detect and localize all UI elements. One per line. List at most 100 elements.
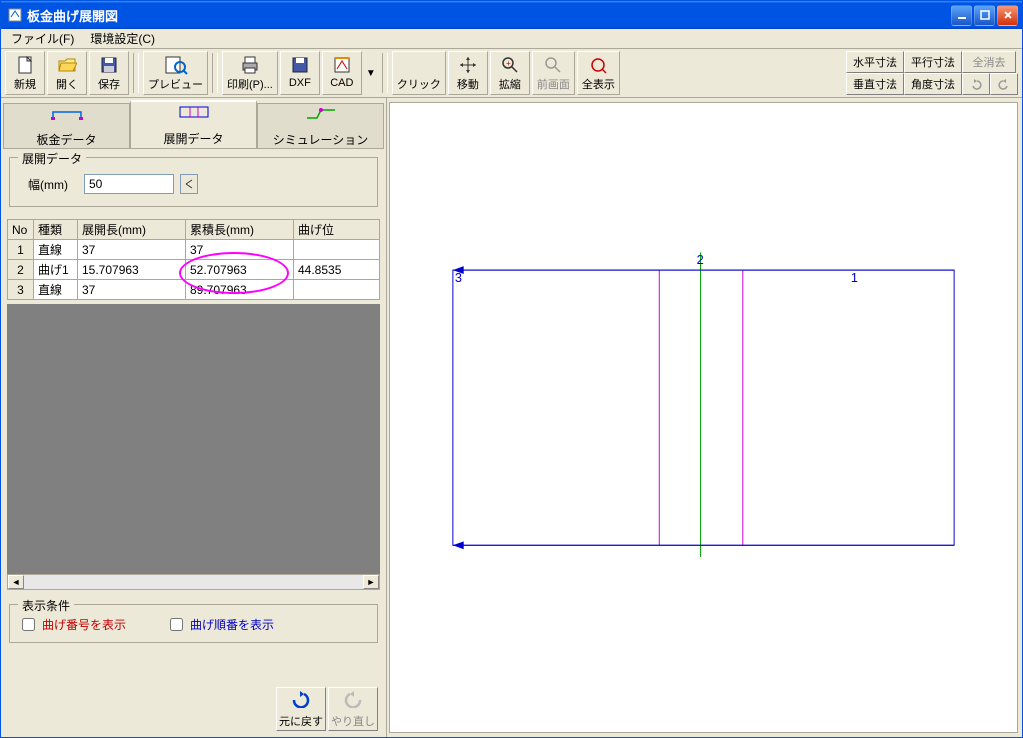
move-icon bbox=[456, 54, 480, 75]
move-button[interactable]: 移動 bbox=[448, 51, 488, 95]
new-button[interactable]: 新規 bbox=[5, 51, 45, 95]
maximize-button[interactable] bbox=[974, 5, 995, 26]
sim-tab-icon bbox=[301, 104, 341, 127]
zoom-button[interactable]: + 拡縮 bbox=[490, 51, 530, 95]
scroll-track[interactable] bbox=[24, 575, 363, 589]
app-icon bbox=[7, 7, 23, 23]
tab-develop-data[interactable]: 展開データ bbox=[130, 100, 257, 148]
cad-label: CAD bbox=[330, 77, 353, 89]
prev-view-icon bbox=[541, 54, 565, 75]
scroll-right-button[interactable]: ► bbox=[363, 575, 379, 589]
dim-angle-button[interactable]: 角度寸法 bbox=[904, 73, 962, 95]
titlebar: 板金曲げ展開図 bbox=[1, 1, 1022, 29]
undo-button[interactable]: 元に戻す bbox=[276, 687, 326, 731]
dim-horizontal-button[interactable]: 水平寸法 bbox=[846, 51, 904, 73]
col-type: 種類 bbox=[34, 220, 78, 240]
data-table: No 種類 展開長(mm) 累積長(mm) 曲げ位 1 直線 37 37 bbox=[7, 219, 380, 300]
open-icon bbox=[55, 54, 79, 75]
print-label: 印刷(P)... bbox=[227, 76, 273, 92]
save-label: 保存 bbox=[98, 76, 120, 92]
table-empty-area bbox=[7, 304, 380, 574]
tab-sheet-data[interactable]: 板金データ bbox=[3, 103, 130, 148]
sheet-tab-icon bbox=[47, 104, 87, 127]
data-table-wrap: No 種類 展開長(mm) 累積長(mm) 曲げ位 1 直線 37 37 bbox=[7, 219, 380, 300]
print-button[interactable]: 印刷(P)... bbox=[222, 51, 278, 95]
drawing-label-1: 1 bbox=[851, 270, 858, 285]
prev-view-label: 前画面 bbox=[537, 76, 570, 92]
menu-env[interactable]: 環境設定(C) bbox=[84, 28, 161, 49]
dim-vertical-button[interactable]: 垂直寸法 bbox=[846, 73, 904, 95]
save-icon bbox=[97, 54, 121, 75]
open-button[interactable]: 開く bbox=[47, 51, 87, 95]
width-step-button[interactable] bbox=[180, 174, 198, 194]
dxf-button[interactable]: DXF bbox=[280, 51, 320, 95]
click-icon bbox=[407, 54, 431, 75]
col-len: 展開長(mm) bbox=[78, 220, 186, 240]
show-bend-order-checkbox[interactable] bbox=[170, 618, 183, 631]
zoom-label: 拡縮 bbox=[499, 76, 521, 92]
display-conditions: 表示条件 曲げ番号を表示 曲げ順番を表示 bbox=[9, 604, 378, 643]
tab-sim-label: シミュレーション bbox=[273, 131, 369, 148]
clear-all-button[interactable]: 全消去 bbox=[962, 51, 1016, 73]
tabs: 板金データ 展開データ シミュレーション bbox=[3, 100, 384, 149]
cad-icon bbox=[330, 54, 354, 76]
toolbar: 新規 開く 保存 プレビュー 印刷(P)... bbox=[1, 49, 1022, 98]
show-bend-number-check[interactable]: 曲げ番号を表示 bbox=[18, 615, 126, 634]
develop-tab-icon bbox=[174, 103, 214, 126]
redo-icon bbox=[342, 690, 364, 713]
redo-label: やり直し bbox=[331, 713, 375, 729]
all-view-label: 全表示 bbox=[582, 76, 615, 92]
save-button[interactable]: 保存 bbox=[89, 51, 129, 95]
dim-parallel-button[interactable]: 平行寸法 bbox=[904, 51, 962, 73]
tab-simulation[interactable]: シミュレーション bbox=[257, 103, 384, 148]
window-title: 板金曲げ展開図 bbox=[27, 6, 951, 25]
preview-button[interactable]: プレビュー bbox=[143, 51, 208, 95]
click-label: クリック bbox=[397, 76, 441, 92]
all-view-button[interactable]: 全表示 bbox=[577, 51, 620, 95]
tab-sheet-label: 板金データ bbox=[36, 131, 96, 148]
prev-view-button[interactable]: 前画面 bbox=[532, 51, 575, 95]
cad-dropdown[interactable]: ▼ bbox=[364, 51, 378, 95]
undo-icon bbox=[290, 690, 312, 713]
develop-group-title: 展開データ bbox=[18, 150, 86, 167]
menubar: ファイル(F) 環境設定(C) bbox=[1, 29, 1022, 49]
table-row[interactable]: 1 直線 37 37 bbox=[8, 240, 380, 260]
conditions-title: 表示条件 bbox=[18, 597, 74, 614]
close-button[interactable] bbox=[997, 5, 1018, 26]
move-label: 移動 bbox=[457, 76, 479, 92]
click-button[interactable]: クリック bbox=[392, 51, 446, 95]
content: 板金データ 展開データ シミュレーション 展開データ bbox=[1, 98, 1022, 737]
minimize-button[interactable] bbox=[951, 5, 972, 26]
table-hscroll[interactable]: ◄ ► bbox=[7, 574, 380, 590]
width-input[interactable] bbox=[84, 174, 174, 194]
width-label: 幅(mm) bbox=[28, 176, 78, 193]
redo-button[interactable]: やり直し bbox=[328, 687, 378, 731]
undo-label: 元に戻す bbox=[279, 713, 323, 729]
menu-file[interactable]: ファイル(F) bbox=[5, 28, 80, 49]
drawing-svg: 3 2 1 bbox=[390, 103, 1017, 732]
new-label: 新規 bbox=[14, 76, 36, 92]
dxf-icon bbox=[288, 54, 312, 76]
show-bend-order-label: 曲げ順番を表示 bbox=[190, 616, 274, 633]
undo-small-button[interactable] bbox=[962, 73, 990, 95]
preview-label: プレビュー bbox=[148, 76, 203, 92]
zoom-icon: + bbox=[498, 54, 522, 75]
left-pane: 板金データ 展開データ シミュレーション 展開データ bbox=[1, 98, 387, 737]
cad-button[interactable]: CAD bbox=[322, 51, 362, 95]
new-icon bbox=[13, 54, 37, 75]
app-window: 板金曲げ展開図 ファイル(F) 環境設定(C) 新規 bbox=[0, 0, 1023, 738]
table-row[interactable]: 3 直線 37 89.707963 bbox=[8, 280, 380, 300]
redo-small-button[interactable] bbox=[990, 73, 1018, 95]
preview-icon bbox=[164, 54, 188, 75]
drawing-label-2: 2 bbox=[697, 252, 704, 267]
drawing-label-3: 3 bbox=[455, 270, 462, 285]
drawing-area[interactable]: 3 2 1 bbox=[389, 102, 1018, 733]
table-row[interactable]: 2 曲げ1 15.707963 52.707963 44.8535 bbox=[8, 260, 380, 280]
scroll-left-button[interactable]: ◄ bbox=[8, 575, 24, 589]
show-bend-number-label: 曲げ番号を表示 bbox=[42, 616, 126, 633]
all-view-icon bbox=[586, 54, 610, 75]
col-cum: 累積長(mm) bbox=[186, 220, 294, 240]
open-label: 開く bbox=[56, 76, 78, 92]
show-bend-number-checkbox[interactable] bbox=[22, 618, 35, 631]
show-bend-order-check[interactable]: 曲げ順番を表示 bbox=[166, 615, 274, 634]
